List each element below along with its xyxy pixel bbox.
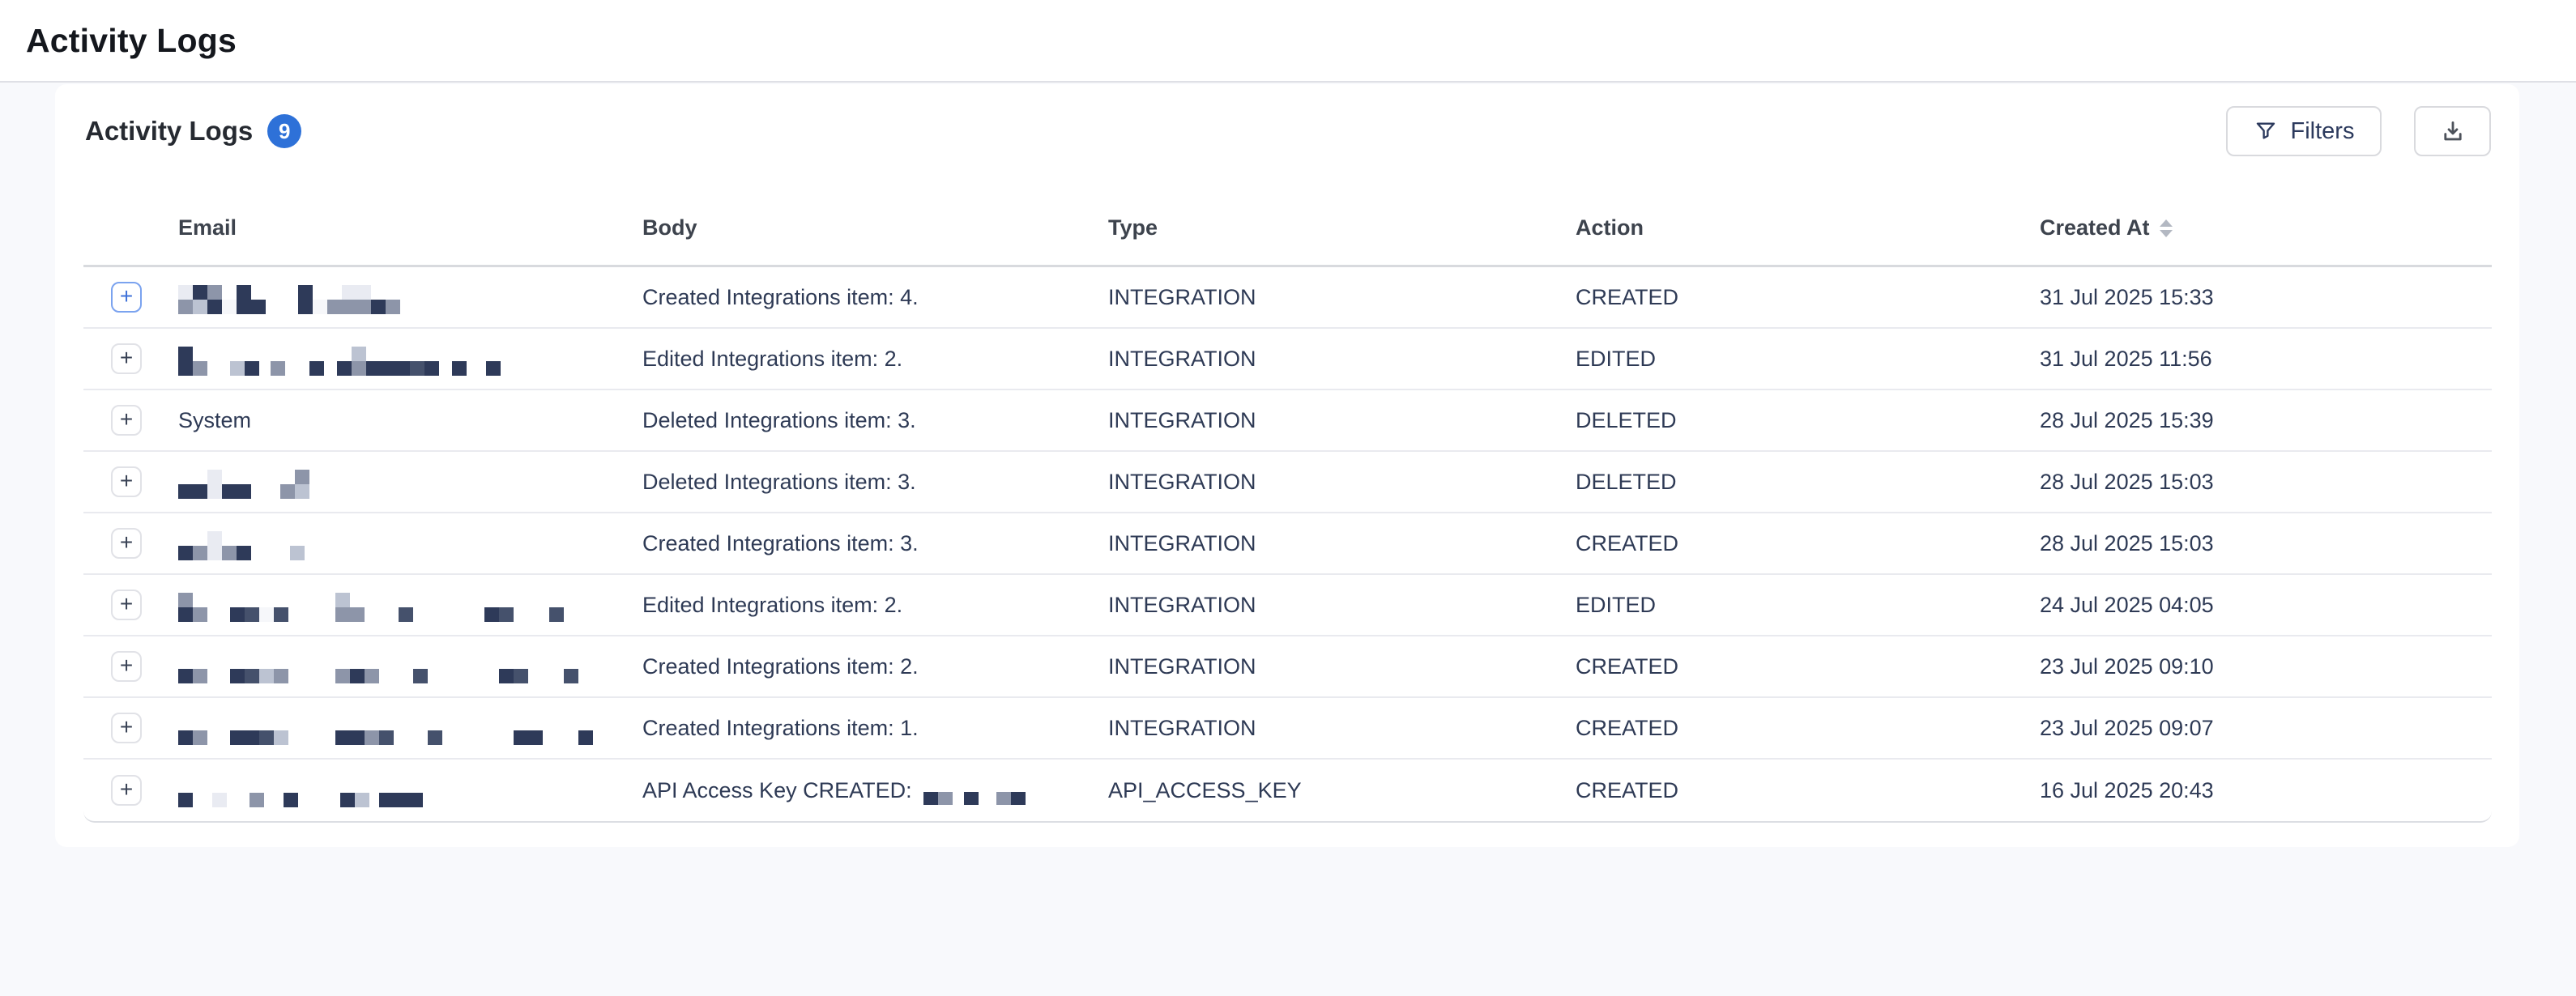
- count-badge: 9: [267, 114, 301, 148]
- table-row: + Created Integrations item: 3. INTEGRAT…: [83, 513, 2492, 575]
- type-cell: INTEGRATION: [1108, 654, 1576, 679]
- filters-button-label: Filters: [2291, 118, 2355, 145]
- email-cell: [178, 588, 642, 622]
- type-cell: INTEGRATION: [1108, 716, 1576, 741]
- table-body: + Created Integrations item: 4. INTEGRAT…: [83, 267, 2492, 821]
- created-at-cell: 28 Jul 2025 15:03: [2040, 531, 2492, 556]
- filters-button[interactable]: Filters: [2226, 106, 2382, 156]
- download-button[interactable]: [2414, 106, 2491, 156]
- table-row: + Edited Integrations item: 2. INTEGRATI…: [83, 329, 2492, 390]
- expand-row-button[interactable]: +: [111, 590, 142, 620]
- created-at-cell: 31 Jul 2025 15:33: [2040, 285, 2492, 310]
- redacted-text-mosaic: [178, 778, 423, 807]
- body-cell: Created Integrations item: 2.: [642, 654, 1108, 679]
- email-cell: [178, 280, 642, 314]
- table-row: + Created Integrations item: 2. INTEGRAT…: [83, 636, 2492, 698]
- panel-title: Activity Logs: [85, 116, 253, 147]
- email-cell: [178, 526, 642, 560]
- expand-row-button[interactable]: +: [111, 405, 142, 436]
- type-cell: INTEGRATION: [1108, 593, 1576, 618]
- expand-row-button[interactable]: +: [111, 713, 142, 743]
- created-at-cell: 28 Jul 2025 15:03: [2040, 470, 2492, 495]
- body-cell: Created Integrations item: 3.: [642, 531, 1108, 556]
- email-cell: [178, 649, 642, 683]
- redacted-text-mosaic: [178, 531, 305, 560]
- download-icon: [2439, 117, 2467, 145]
- redacted-text-mosaic: [178, 470, 309, 499]
- created-at-cell: 24 Jul 2025 04:05: [2040, 593, 2492, 618]
- type-cell: INTEGRATION: [1108, 531, 1576, 556]
- email-cell: [178, 342, 642, 376]
- activity-logs-table: Email Body Type Action Created At + Crea…: [83, 191, 2492, 823]
- action-cell: EDITED: [1576, 347, 2040, 372]
- table-row: + Created Integrations item: 1. INTEGRAT…: [83, 698, 2492, 760]
- created-at-cell: 28 Jul 2025 15:39: [2040, 408, 2492, 433]
- redacted-text-mosaic: [178, 593, 564, 622]
- activity-logs-panel: Activity Logs 9 Filters: [55, 84, 2519, 847]
- sort-icon[interactable]: [2160, 219, 2173, 237]
- action-cell: CREATED: [1576, 778, 2040, 803]
- table-row: + Edited Integrations item: 2. INTEGRATI…: [83, 575, 2492, 636]
- column-header-email: Email: [178, 215, 642, 240]
- redacted-text-mosaic: [178, 716, 593, 745]
- table-row: + System Deleted Integrations item: 3. I…: [83, 390, 2492, 452]
- expand-row-button[interactable]: +: [111, 775, 142, 806]
- type-cell: API_ACCESS_KEY: [1108, 778, 1576, 803]
- action-cell: CREATED: [1576, 531, 2040, 556]
- column-header-created-at[interactable]: Created At: [2040, 215, 2492, 240]
- body-cell: Deleted Integrations item: 3.: [642, 408, 1108, 433]
- panel-header: Activity Logs 9 Filters: [85, 104, 2491, 159]
- filter-funnel-icon: [2254, 119, 2278, 143]
- page-header: Activity Logs: [0, 0, 2576, 83]
- action-cell: DELETED: [1576, 470, 2040, 495]
- action-cell: CREATED: [1576, 285, 2040, 310]
- created-at-cell: 31 Jul 2025 11:56: [2040, 347, 2492, 372]
- email-cell: [178, 711, 642, 745]
- expand-row-button[interactable]: +: [111, 282, 142, 313]
- action-cell: CREATED: [1576, 654, 2040, 679]
- body-cell: Created Integrations item: 1.: [642, 716, 1108, 741]
- type-cell: INTEGRATION: [1108, 285, 1576, 310]
- table-row: + Created Integrations item: 4. INTEGRAT…: [83, 267, 2492, 329]
- expand-row-button[interactable]: +: [111, 343, 142, 374]
- type-cell: INTEGRATION: [1108, 408, 1576, 433]
- created-at-cell: 23 Jul 2025 09:10: [2040, 654, 2492, 679]
- type-cell: INTEGRATION: [1108, 470, 1576, 495]
- column-header-body: Body: [642, 215, 1108, 240]
- redacted-text-mosaic: [923, 777, 1026, 805]
- action-cell: CREATED: [1576, 716, 2040, 741]
- table-row: + API Access Key CREATED: API_ACCESS_KEY…: [83, 760, 2492, 821]
- email-cell: [178, 773, 642, 807]
- column-header-type: Type: [1108, 215, 1576, 240]
- expand-row-button[interactable]: +: [111, 651, 142, 682]
- created-at-cell: 23 Jul 2025 09:07: [2040, 716, 2492, 741]
- body-cell: Deleted Integrations item: 3.: [642, 470, 1108, 495]
- column-header-action: Action: [1576, 215, 2040, 240]
- action-cell: DELETED: [1576, 408, 2040, 433]
- expand-row-button[interactable]: +: [111, 466, 142, 497]
- body-cell: API Access Key CREATED:: [642, 776, 1108, 805]
- redacted-text-mosaic: [178, 347, 501, 376]
- redacted-text-mosaic: [178, 654, 578, 683]
- page-title: Activity Logs: [26, 22, 237, 60]
- body-cell: Edited Integrations item: 2.: [642, 347, 1108, 372]
- table-header-row: Email Body Type Action Created At: [83, 191, 2492, 267]
- redacted-text-mosaic: [178, 285, 400, 314]
- action-cell: EDITED: [1576, 593, 2040, 618]
- table-row: + Deleted Integrations item: 3. INTEGRAT…: [83, 452, 2492, 513]
- email-cell: System: [178, 408, 642, 433]
- body-cell: Created Integrations item: 4.: [642, 285, 1108, 310]
- created-at-cell: 16 Jul 2025 20:43: [2040, 778, 2492, 803]
- expand-row-button[interactable]: +: [111, 528, 142, 559]
- email-cell: [178, 465, 642, 499]
- body-cell: Edited Integrations item: 2.: [642, 593, 1108, 618]
- type-cell: INTEGRATION: [1108, 347, 1576, 372]
